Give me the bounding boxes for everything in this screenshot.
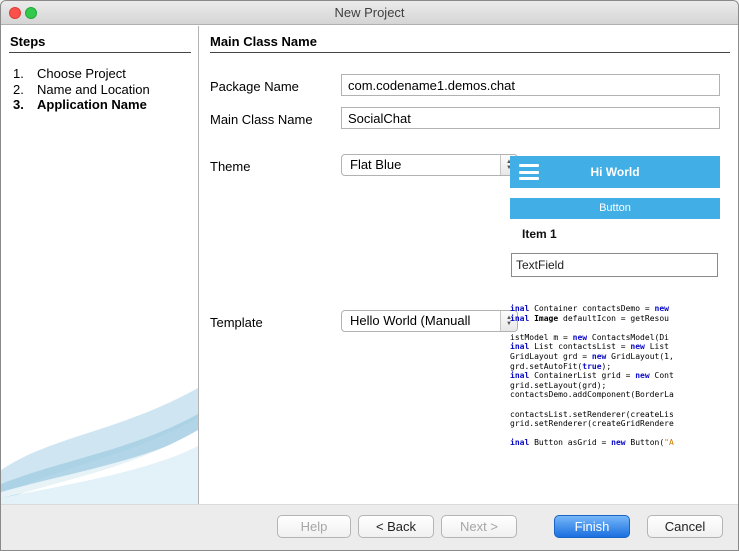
button-bar: Help < Back Next > Finish Cancel: [1, 504, 738, 550]
template-selected-value: Hello World (Manuall: [350, 311, 470, 331]
panel-heading: Main Class Name: [210, 34, 317, 49]
help-button[interactable]: Help: [277, 515, 351, 538]
step-application-name: 3. Application Name: [13, 97, 194, 113]
steps-heading: Steps: [10, 34, 45, 49]
preview-textfield: TextField: [511, 253, 718, 277]
back-button[interactable]: < Back: [358, 515, 434, 538]
main-class-name-input[interactable]: [341, 107, 720, 129]
step-label: Name and Location: [37, 82, 150, 98]
next-button[interactable]: Next >: [441, 515, 517, 538]
template-label: Template: [210, 315, 263, 330]
preview-button: Button: [510, 198, 720, 219]
wizard-watermark: [1, 374, 198, 504]
new-project-dialog: New Project Steps 1. Choose Project 2. N…: [0, 0, 739, 551]
steps-sidebar: Steps 1. Choose Project 2. Name and Loca…: [1, 26, 199, 504]
window-title: New Project: [1, 1, 738, 25]
step-label: Application Name: [37, 97, 147, 113]
preview-titlebar: Hi World: [510, 156, 720, 188]
cancel-button[interactable]: Cancel: [647, 515, 723, 538]
preview-title: Hi World: [510, 156, 720, 188]
theme-selected-value: Flat Blue: [350, 155, 401, 175]
panel-divider: [210, 52, 730, 53]
step-label: Choose Project: [37, 66, 126, 82]
title-bar: New Project: [1, 1, 738, 25]
theme-label: Theme: [210, 159, 250, 174]
theme-preview: Hi World Button Item 1 TextField: [510, 156, 720, 293]
finish-button[interactable]: Finish: [554, 515, 630, 538]
step-name-and-location: 2. Name and Location: [13, 82, 194, 98]
package-name-input[interactable]: [341, 74, 720, 96]
steps-divider: [9, 52, 191, 53]
template-code-preview: inal Container contactsDemo = new inal I…: [510, 304, 739, 456]
main-class-name-label: Main Class Name: [210, 112, 313, 127]
step-choose-project: 1. Choose Project: [13, 66, 194, 82]
package-name-label: Package Name: [210, 79, 299, 94]
steps-list: 1. Choose Project 2. Name and Location 3…: [13, 66, 194, 113]
theme-select[interactable]: Flat Blue ▲▼: [341, 154, 518, 176]
main-panel: Main Class Name Package Name Main Class …: [200, 26, 738, 504]
preview-list-item: Item 1: [522, 227, 557, 241]
template-select[interactable]: Hello World (Manuall ▲▼: [341, 310, 518, 332]
